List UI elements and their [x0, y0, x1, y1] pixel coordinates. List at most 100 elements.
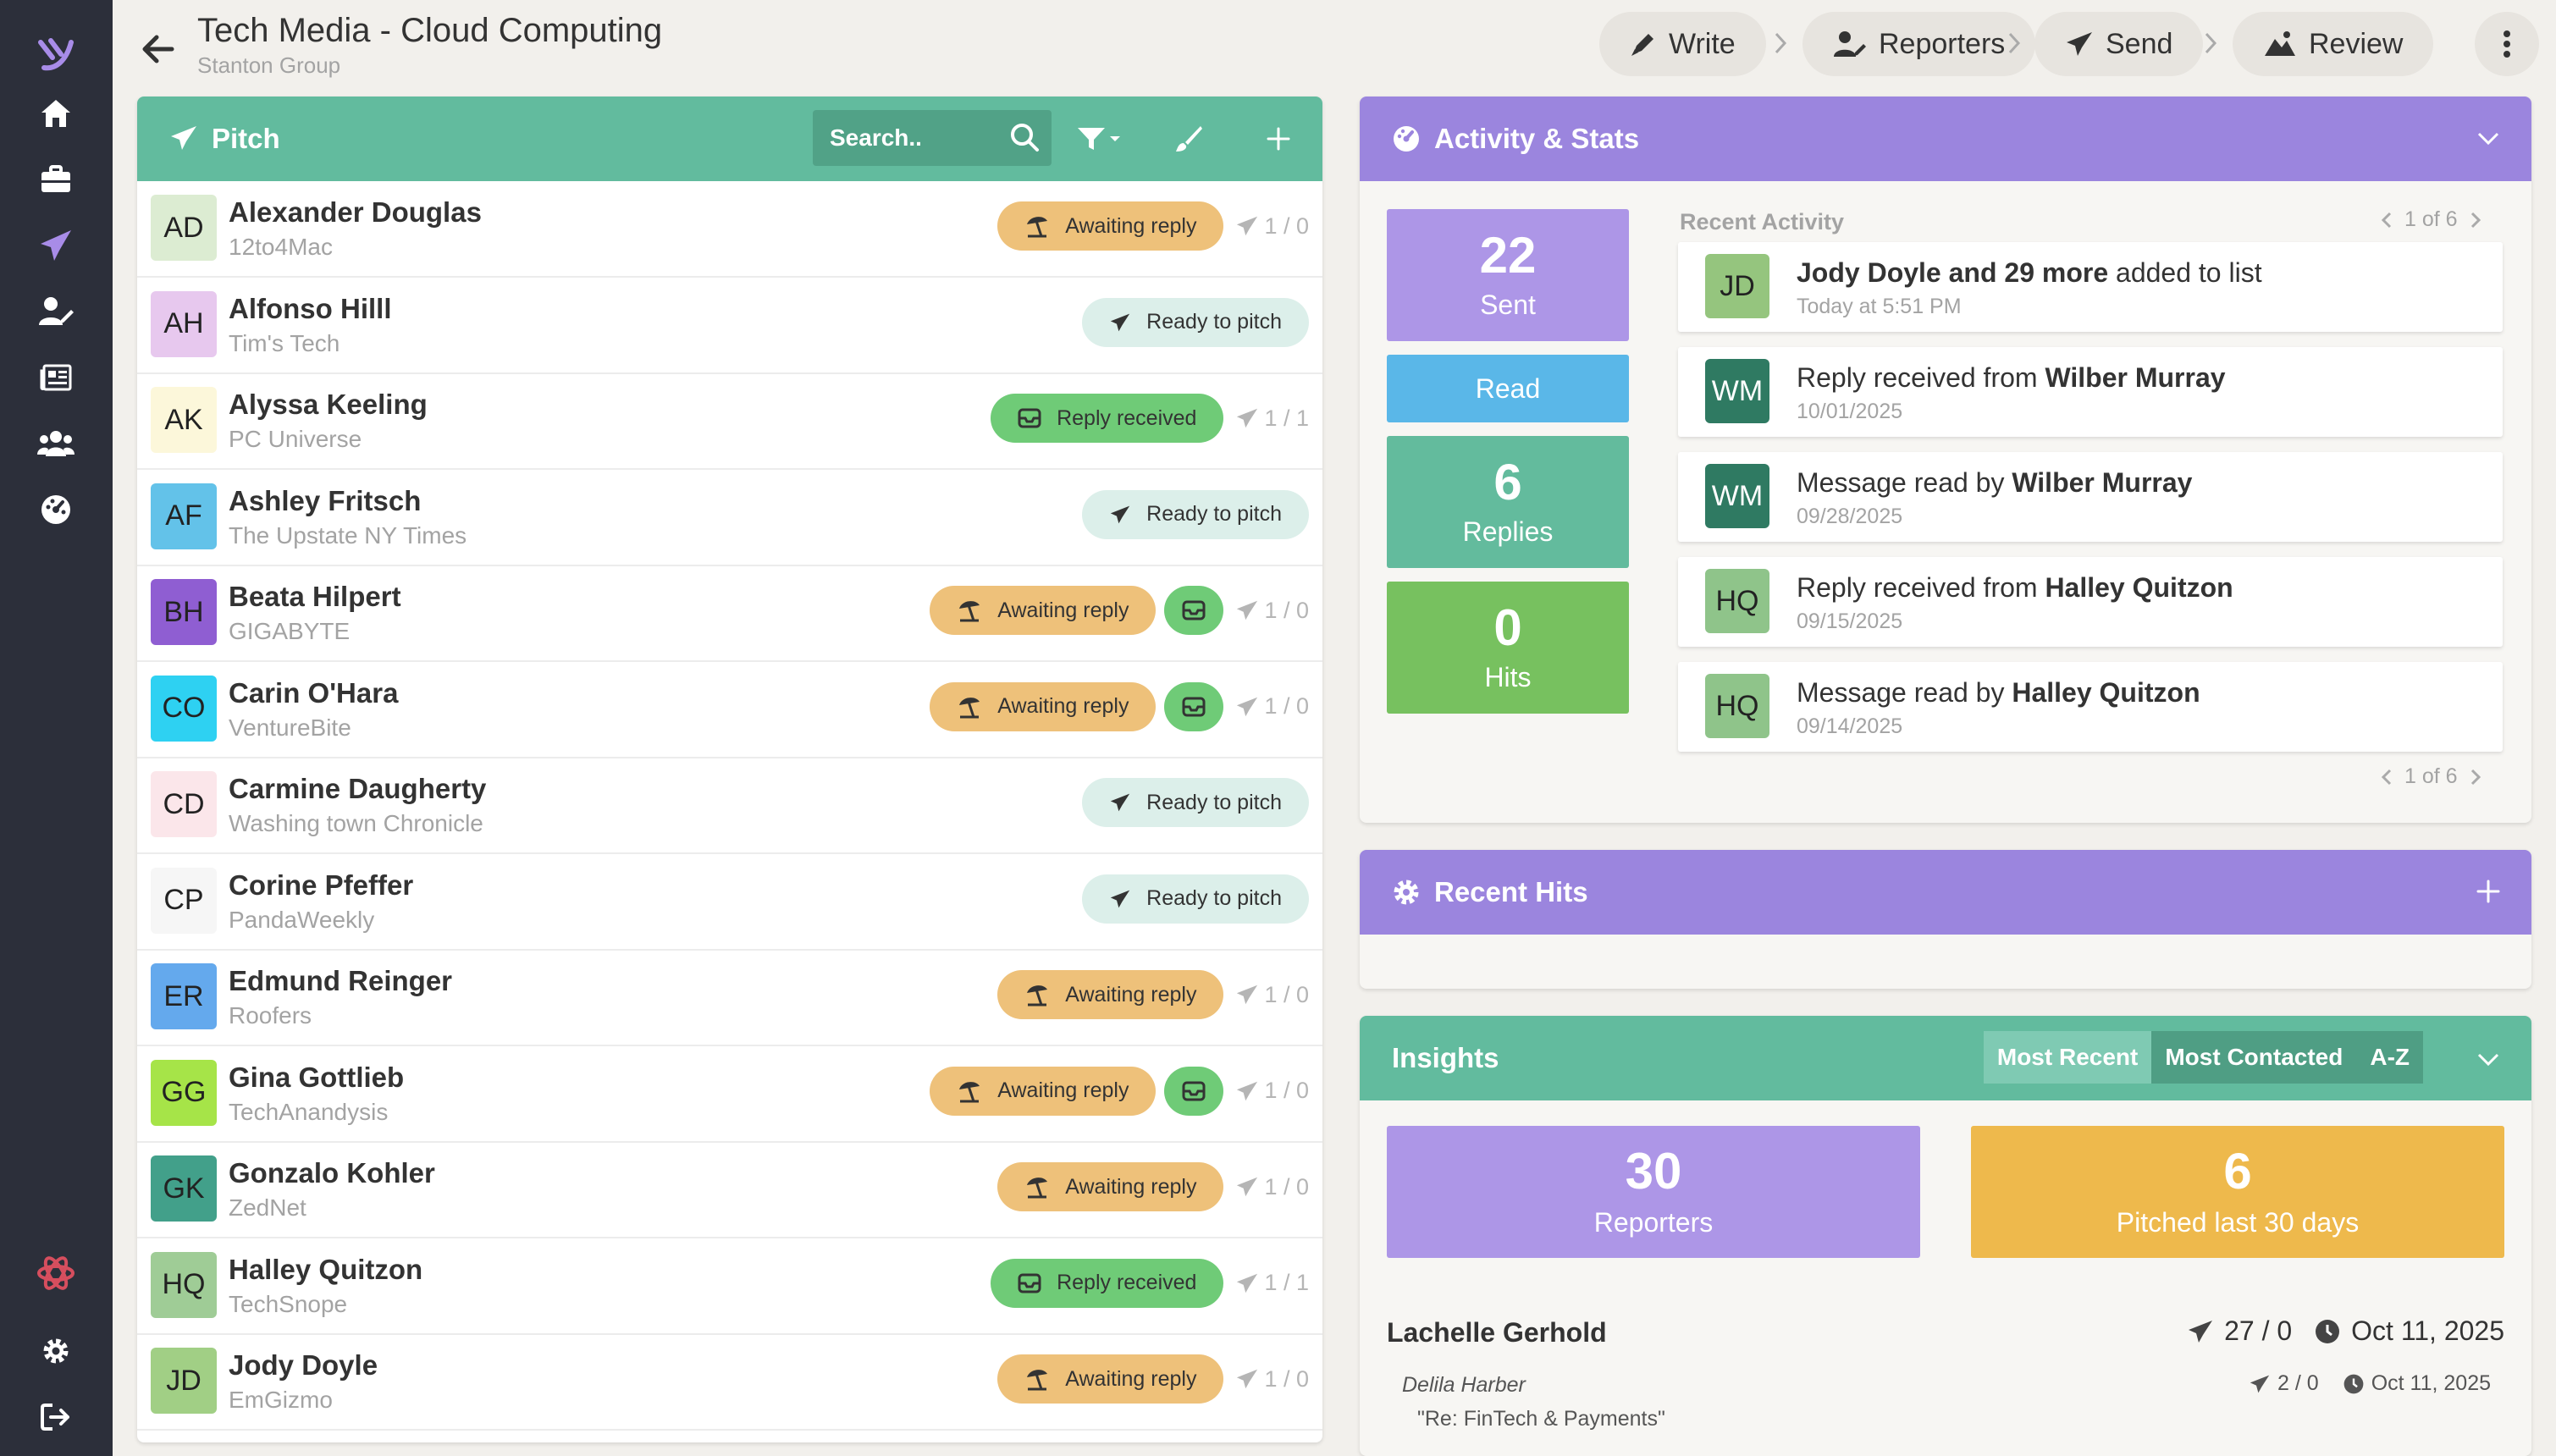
stat-replies-card[interactable]: 6 Replies: [1387, 436, 1629, 568]
atom-logo-icon[interactable]: [34, 1251, 78, 1295]
reply-inbox-badge[interactable]: [1164, 1066, 1224, 1116]
activity-item[interactable]: JD Jody Doyle and 29 more added to list To…: [1678, 242, 2503, 332]
users-icon[interactable]: [34, 422, 78, 466]
step-review-button[interactable]: Review: [2233, 12, 2434, 76]
activity-subject[interactable]: Halley Quitzon: [2012, 677, 2200, 708]
avatar[interactable]: WM: [1705, 464, 1769, 528]
status-badge[interactable]: Awaiting reply: [997, 201, 1224, 251]
insight-pitched-card[interactable]: 6 Pitched last 30 days: [1971, 1126, 2504, 1258]
status-badge[interactable]: Ready to pitch: [1082, 297, 1309, 347]
activity-subject[interactable]: Wilber Murray: [2012, 467, 2192, 498]
pitch-row[interactable]: AF Ashley Fritsch The Upstate NY Times Read…: [137, 470, 1322, 566]
reply-inbox-badge[interactable]: [1164, 586, 1224, 635]
more-options-button[interactable]: [2475, 12, 2539, 76]
tab-most-recent[interactable]: Most Recent: [1983, 1031, 2152, 1084]
briefcase-icon[interactable]: [34, 157, 78, 201]
status-badge[interactable]: Awaiting reply: [930, 586, 1157, 635]
reporter-name[interactable]: Carmine Daugherty: [229, 773, 486, 805]
chevron-left-icon[interactable]: [2381, 211, 2393, 229]
chevron-right-icon[interactable]: [2470, 211, 2481, 229]
avatar[interactable]: GG: [151, 1059, 217, 1126]
avatar[interactable]: CO: [151, 675, 217, 742]
reporter-name[interactable]: Corine Pfeffer: [229, 869, 413, 902]
activity-panel-header[interactable]: Activity & Stats: [1360, 97, 2531, 181]
reporter-name[interactable]: Jody Doyle: [229, 1349, 378, 1382]
pitch-row[interactable]: CD Carmine Daugherty Washing town Chronicl…: [137, 758, 1322, 854]
step-reporters-button[interactable]: Reporters: [1802, 12, 2036, 76]
activity-item[interactable]: WM Message read by Wilber Murray 09/28/202…: [1678, 452, 2503, 542]
insight-reporters-card[interactable]: 30 Reporters: [1387, 1126, 1920, 1258]
back-arrow-icon[interactable]: [135, 25, 182, 73]
status-badge[interactable]: Reply received: [991, 1258, 1224, 1308]
pitch-row[interactable]: AH Alfonso Hilll Tim's Tech Ready to pitch: [137, 278, 1322, 374]
logout-icon[interactable]: [34, 1395, 78, 1439]
reporter-name[interactable]: Gina Gottlieb: [229, 1062, 404, 1094]
status-badge[interactable]: Awaiting reply: [930, 681, 1157, 731]
stat-hits-card[interactable]: 0 Hits: [1387, 582, 1629, 714]
reporter-name[interactable]: Edmund Reinger: [229, 965, 452, 997]
activity-pager-top[interactable]: 1 of 6: [2381, 207, 2481, 232]
activity-pager-bottom[interactable]: 1 of 6: [2381, 764, 2481, 789]
newspaper-icon[interactable]: [34, 356, 78, 400]
reporter-name[interactable]: Gonzalo Kohler: [229, 1157, 435, 1189]
pitch-row[interactable]: CP Corine Pfeffer PandaWeekly Ready to pitc…: [137, 854, 1322, 951]
activity-item[interactable]: HQ Reply received from Halley Quitzon 09/1…: [1678, 557, 2503, 647]
reply-inbox-badge[interactable]: [1164, 681, 1224, 731]
status-badge[interactable]: Awaiting reply: [997, 970, 1224, 1019]
pitch-row[interactable]: CO Carin O'Hara VentureBite Awaiting reply 1…: [137, 662, 1322, 758]
reporter-name[interactable]: Ashley Fritsch: [229, 485, 421, 517]
step-send-button[interactable]: Send: [2034, 12, 2204, 76]
home-icon[interactable]: [34, 91, 78, 135]
reporter-name[interactable]: Alyssa Keeling: [229, 389, 428, 421]
reporter-name[interactable]: Alexander Douglas: [229, 196, 482, 229]
paper-plane-icon[interactable]: [34, 223, 78, 267]
gear-icon[interactable]: [34, 1329, 78, 1373]
reporter-name[interactable]: Halley Quitzon: [229, 1254, 422, 1286]
brush-icon[interactable]: [1170, 120, 1207, 157]
status-badge[interactable]: Ready to pitch: [1082, 489, 1309, 539]
add-icon[interactable]: [2476, 879, 2501, 904]
pitch-row[interactable]: ER Edmund Reinger Roofers Awaiting reply 1 /…: [137, 950, 1322, 1046]
filter-dropdown-icon[interactable]: [1075, 120, 1126, 157]
avatar[interactable]: CP: [151, 867, 217, 934]
pitch-row[interactable]: AD Alexander Douglas 12to4Mac Awaiting repl…: [137, 181, 1322, 278]
reporter-name[interactable]: Alfonso Hilll: [229, 293, 392, 325]
app-logo[interactable]: [34, 32, 78, 76]
reporter-name[interactable]: Carin O'Hara: [229, 677, 398, 709]
avatar[interactable]: BH: [151, 579, 217, 645]
user-edit-icon[interactable]: [34, 290, 78, 334]
chevron-down-icon[interactable]: [2476, 1046, 2501, 1072]
activity-subject[interactable]: Jody Doyle and 29 more: [1797, 257, 2108, 288]
step-write-button[interactable]: Write: [1599, 12, 1766, 76]
status-badge[interactable]: Awaiting reply: [930, 1066, 1157, 1116]
avatar[interactable]: HQ: [1705, 569, 1769, 633]
pitch-row[interactable]: AK Alyssa Keeling PC Universe Reply receive…: [137, 373, 1322, 470]
avatar[interactable]: AK: [151, 387, 217, 453]
avatar[interactable]: JD: [151, 1348, 217, 1414]
pitch-row[interactable]: BH Beata Hilpert GIGABYTE Awaiting reply 1 /…: [137, 565, 1322, 662]
avatar[interactable]: AD: [151, 195, 217, 261]
activity-subject[interactable]: Wilber Murray: [2045, 362, 2225, 393]
reporter-name[interactable]: Beata Hilpert: [229, 581, 401, 613]
search-icon[interactable]: [1009, 122, 1040, 152]
status-badge[interactable]: Awaiting reply: [997, 1354, 1224, 1404]
stat-sent-card[interactable]: 22 Sent: [1387, 209, 1629, 341]
avatar[interactable]: AH: [151, 290, 217, 357]
chevron-left-icon[interactable]: [2381, 768, 2393, 786]
status-badge[interactable]: Reply received: [991, 394, 1224, 443]
search-input[interactable]: Search..: [813, 110, 1052, 166]
activity-item[interactable]: WM Reply received from Wilber Murray 10/01…: [1678, 347, 2503, 437]
status-badge[interactable]: Ready to pitch: [1082, 778, 1309, 827]
chevron-right-icon[interactable]: [2470, 768, 2481, 786]
avatar[interactable]: HQ: [1705, 674, 1769, 738]
activity-subject[interactable]: Halley Quitzon: [2045, 572, 2233, 603]
avatar[interactable]: GK: [151, 1155, 217, 1222]
add-icon[interactable]: [1260, 120, 1297, 157]
stat-read-card[interactable]: Read: [1387, 355, 1629, 422]
tab-a-z[interactable]: A-Z: [2356, 1031, 2423, 1084]
pitch-row[interactable]: JD Jody Doyle EmGizmo Awaiting reply 1 / 0: [137, 1334, 1322, 1431]
pitch-row[interactable]: GK Gonzalo Kohler ZedNet Awaiting reply 1 / …: [137, 1142, 1322, 1238]
tab-most-contacted[interactable]: Most Contacted: [2151, 1031, 2357, 1084]
pitch-row[interactable]: GG Gina Gottlieb TechAnandysis Awaiting rep…: [137, 1046, 1322, 1143]
avatar[interactable]: ER: [151, 963, 217, 1029]
